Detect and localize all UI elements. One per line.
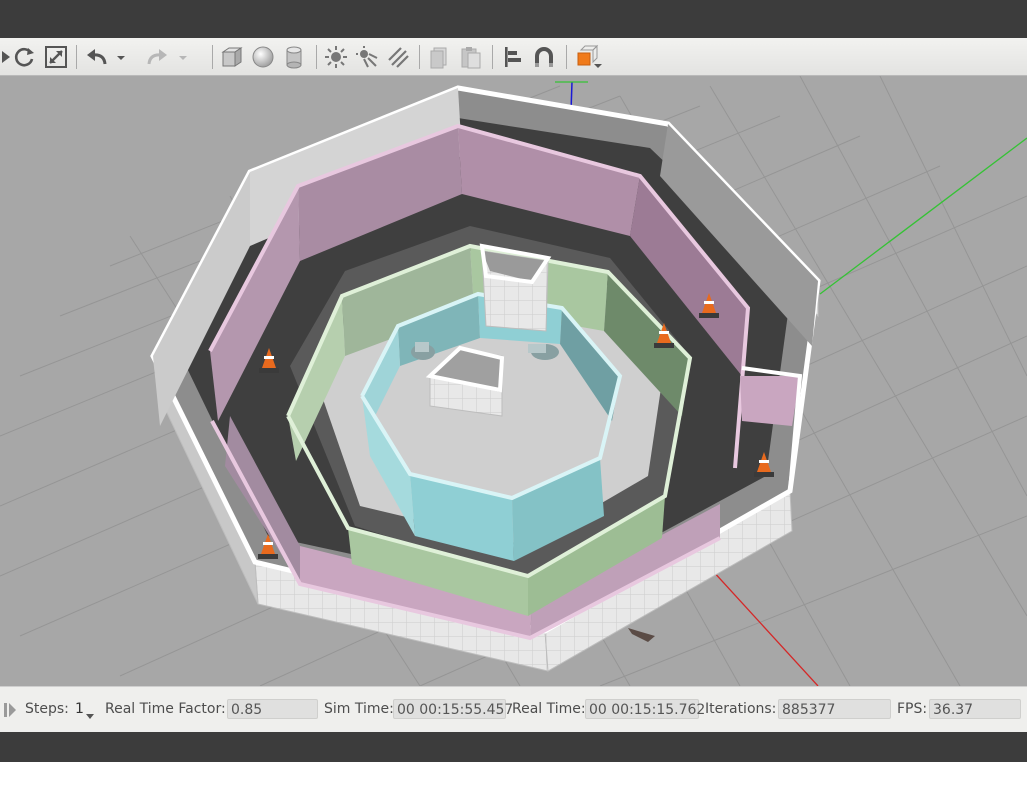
copy-icon[interactable]	[425, 42, 455, 72]
toolbar-separator	[566, 45, 567, 69]
iterations-value: 885377	[778, 699, 891, 719]
directional-light-icon[interactable]	[383, 42, 413, 72]
redo-dropdown-icon[interactable]	[176, 42, 190, 72]
y-axis	[819, 137, 1027, 295]
small-object	[628, 628, 655, 642]
toolbar-separator	[212, 45, 213, 69]
window-titlebar	[0, 0, 1027, 38]
refresh-icon[interactable]	[10, 42, 40, 72]
magnet-icon[interactable]	[529, 42, 559, 72]
steps-label: Steps:	[25, 701, 69, 717]
sim-time-value: 00 00:15:55.457	[393, 699, 513, 719]
box-icon[interactable]	[217, 42, 247, 72]
real-time-value: 00 00:15:15.762	[585, 699, 705, 719]
fit-icon[interactable]	[41, 42, 71, 72]
sphere-icon[interactable]	[248, 42, 278, 72]
toolbar-separator	[492, 45, 493, 69]
fps-label: FPS:	[897, 701, 928, 717]
point-light-icon[interactable]	[321, 42, 351, 72]
toolbar-separator	[76, 45, 77, 69]
toolbar-separator	[419, 45, 420, 69]
undo-icon[interactable]	[82, 42, 112, 72]
rtf-label: Real Time Factor:	[105, 701, 226, 717]
fps-value: 36.37	[929, 699, 1021, 719]
rtf-value: 0.85	[227, 699, 318, 719]
view-angle-icon[interactable]	[571, 42, 602, 72]
paste-icon[interactable]	[456, 42, 486, 72]
toolbar	[0, 38, 1027, 76]
undo-dropdown-icon[interactable]	[114, 42, 128, 72]
sim-time-label: Sim Time:	[324, 701, 394, 717]
steps-dropdown-icon[interactable]	[86, 705, 94, 724]
spot-light-icon[interactable]	[352, 42, 382, 72]
status-bar: Steps: 1 Real Time Factor: 0.85 Sim Time…	[0, 686, 1027, 732]
steps-value[interactable]: 1	[75, 701, 84, 717]
align-icon[interactable]	[498, 42, 528, 72]
scene-canvas[interactable]	[0, 76, 1027, 686]
iterations-label: Iterations:	[705, 701, 777, 717]
step-icon[interactable]	[4, 702, 16, 717]
cylinder-icon[interactable]	[279, 42, 309, 72]
redo-icon[interactable]	[142, 42, 172, 72]
real-time-label: Real Time:	[512, 701, 586, 717]
window-bottom-bar	[0, 732, 1027, 762]
pink-side-wall	[740, 376, 800, 426]
toolbar-separator	[316, 45, 317, 69]
3d-viewport[interactable]	[0, 76, 1027, 686]
